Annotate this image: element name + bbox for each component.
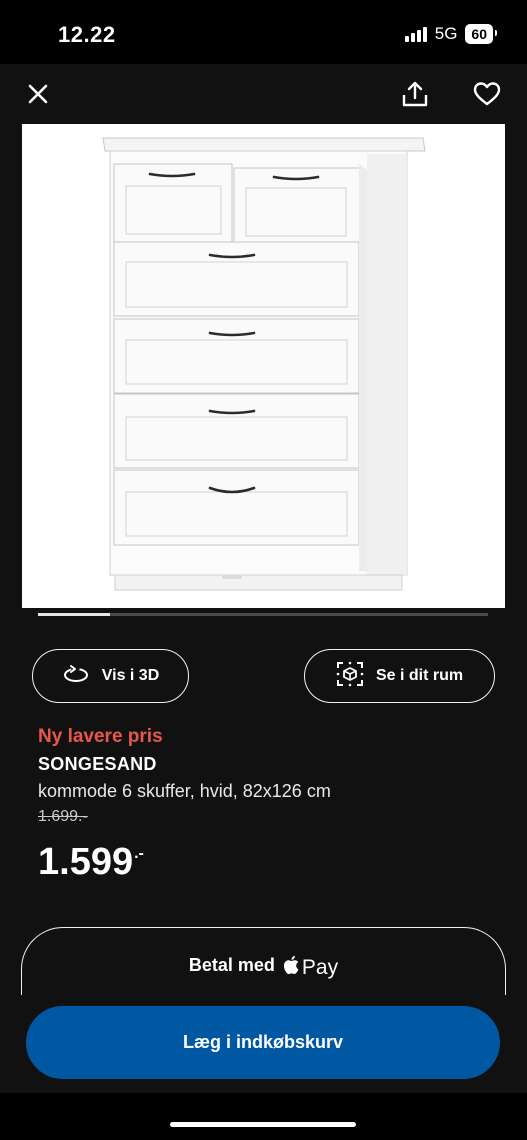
top-bar bbox=[0, 64, 527, 124]
dresser-illustration bbox=[102, 137, 426, 591]
ar-room-icon bbox=[336, 660, 364, 693]
status-time: 12.22 bbox=[58, 22, 116, 47]
gallery-progress bbox=[38, 613, 488, 616]
product-image[interactable] bbox=[22, 124, 505, 608]
view-3d-label: Vis i 3D bbox=[101, 667, 160, 684]
share-icon[interactable] bbox=[399, 78, 431, 110]
close-icon[interactable] bbox=[22, 78, 54, 110]
status-bar: 12.22 5G 60 bbox=[0, 0, 527, 64]
signal-icon bbox=[404, 26, 427, 42]
view-3d-button[interactable]: Vis i 3D bbox=[32, 649, 189, 703]
network-type: 5G bbox=[434, 24, 458, 43]
add-to-cart-button[interactable]: Læg i indkøbskurv bbox=[26, 1006, 500, 1079]
apple-pay-brand-text: Pay bbox=[301, 956, 339, 979]
battery-icon: 60 bbox=[465, 24, 497, 44]
apple-pay-brand: Pay bbox=[283, 955, 338, 981]
rotate-3d-icon bbox=[62, 663, 90, 689]
product-name: SONGESAND bbox=[38, 754, 157, 774]
status-indicators: 5G 60 bbox=[404, 24, 497, 44]
product-description: kommode 6 skuffer, hvid, 82x126 cm bbox=[38, 781, 331, 801]
view-in-room-label: Se i dit rum bbox=[375, 667, 464, 684]
apple-pay-label: Betal med bbox=[188, 955, 275, 975]
product-info: Ny lavere pris SONGESAND kommode 6 skuff… bbox=[38, 726, 331, 826]
price-badge: Ny lavere pris bbox=[38, 726, 163, 747]
home-indicator[interactable] bbox=[170, 1122, 356, 1127]
price-suffix: .- bbox=[134, 845, 144, 862]
bottom-bar bbox=[0, 1093, 527, 1140]
old-price: 1.699.- bbox=[38, 808, 88, 825]
current-price: 1.599.- bbox=[38, 841, 144, 884]
view-in-room-button[interactable]: Se i dit rum bbox=[304, 649, 495, 703]
apple-logo-icon bbox=[283, 955, 299, 981]
price-value: 1.599 bbox=[38, 841, 134, 883]
gallery-progress-fill bbox=[38, 613, 110, 616]
heart-icon[interactable] bbox=[471, 78, 503, 110]
